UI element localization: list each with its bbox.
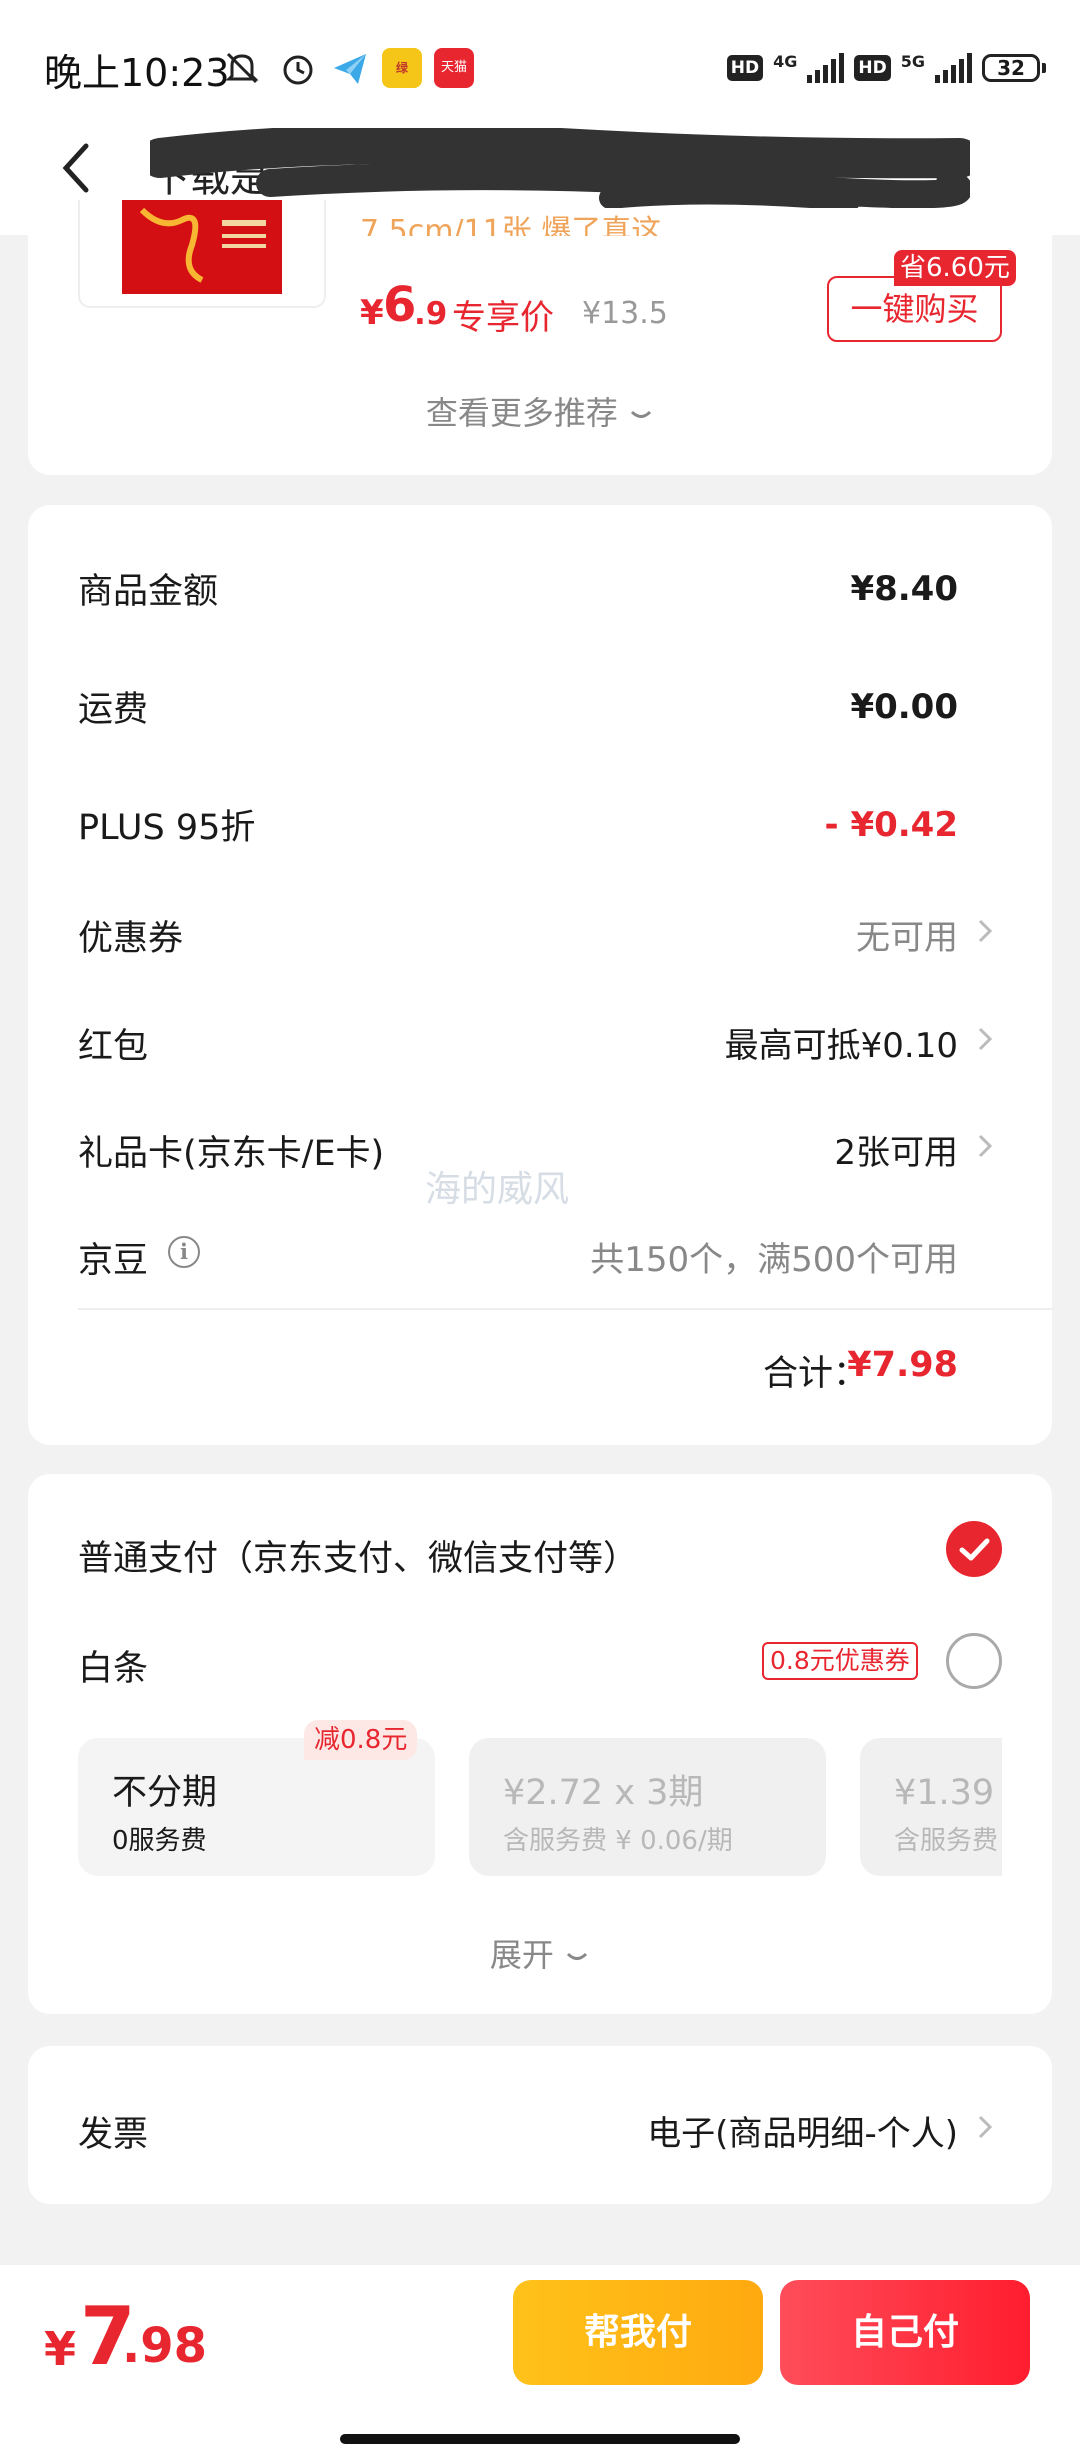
plan-title: ¥2.72 x 3期: [503, 1773, 704, 1813]
help-me-pay-button[interactable]: 帮我付: [513, 2280, 763, 2385]
save-badge: 省6.60元: [894, 250, 1016, 286]
original-price: ¥13.5: [582, 296, 668, 331]
product-subtitle: 7.5cm/11张 爆了真这: [360, 214, 662, 236]
plan-subtitle: 含服务费: [894, 1826, 999, 1856]
redaction-scribble: [150, 128, 970, 208]
plus-discount-label: PLUS 95折: [78, 808, 256, 848]
baitiao-label: 白条: [78, 1649, 149, 1689]
total-currency: ¥: [44, 2322, 77, 2376]
network-5g: 5G: [900, 51, 925, 71]
tmall-icon: 天猫: [434, 48, 474, 88]
plan-title: 不分期: [112, 1773, 218, 1813]
hd-badge: HD: [726, 55, 764, 81]
plan-title: ¥1.39 x 6期: [894, 1773, 1002, 1813]
price-currency: ¥: [360, 293, 384, 333]
jd-beans-value: 共150个，满500个可用: [590, 1240, 958, 1280]
back-arrow-icon[interactable]: [56, 138, 96, 198]
mute-icon: [222, 48, 262, 88]
expand-link[interactable]: 展开: [0, 1930, 1080, 1976]
chevron-right-icon: [978, 1027, 993, 1051]
invoice-label: 发票: [78, 2115, 149, 2155]
gift-card-value: 2张可用: [834, 1133, 958, 1173]
checked-circle-icon[interactable]: [946, 1521, 1002, 1577]
chevron-down-icon: [567, 1952, 588, 1960]
product-image: [122, 200, 282, 294]
status-indicators: HD 4G HD 5G 32: [726, 48, 1046, 88]
watermark: 海的威风: [425, 1169, 570, 1210]
signal-icon: [807, 53, 845, 83]
paper-plane-icon: [330, 48, 370, 88]
plan-subtitle: 0服务费: [112, 1826, 207, 1856]
total-decimal: .98: [122, 2318, 208, 2374]
goods-amount-value: ¥8.40: [850, 569, 958, 609]
home-indicator[interactable]: [340, 2434, 740, 2444]
plan-discount-badge: 减0.8元: [304, 1720, 418, 1760]
divider: [78, 1308, 1052, 1310]
alarm-icon: [278, 48, 318, 88]
product-thumbnail[interactable]: [78, 200, 326, 308]
pay-myself-button[interactable]: 自己付: [780, 2280, 1030, 2385]
price-integer: 6: [383, 277, 417, 333]
red-packet-value: 最高可抵¥0.10: [724, 1026, 958, 1066]
chevron-right-icon: [978, 919, 993, 943]
expand-label: 展开: [489, 1936, 554, 1974]
price-decimal: .9: [414, 296, 448, 332]
info-icon[interactable]: i: [168, 1236, 200, 1268]
installment-plan-3[interactable]: ¥2.72 x 3期 含服务费 ¥ 0.06/期: [469, 1738, 826, 1876]
chevron-down-icon: [631, 410, 652, 418]
signal-icon-2: [935, 53, 972, 83]
baitiao-radio[interactable]: [946, 1633, 1002, 1689]
jd-beans-label: 京豆: [78, 1241, 149, 1281]
app-icon: 绿: [382, 48, 422, 88]
amount-card: [28, 505, 1052, 1445]
plus-discount-value: - ¥0.42: [824, 805, 959, 845]
plan-subtitle: 含服务费 ¥ 0.06/期: [503, 1826, 733, 1856]
shipping-value: ¥0.00: [850, 687, 958, 727]
battery-icon: 32: [982, 54, 1046, 82]
chevron-right-icon: [978, 2115, 993, 2139]
invoice-value: 电子(商品明细-个人): [647, 2114, 958, 2154]
normal-payment-label: 普通支付（京东支付、微信支付等）: [78, 1539, 639, 1579]
status-time: 晚上10:23: [44, 51, 230, 95]
coupon-label: 优惠券: [78, 919, 184, 959]
more-recommendations-label: 查看更多推荐: [425, 394, 618, 432]
coupon-value: 无可用: [856, 918, 958, 958]
price-tag: 专享价: [452, 298, 554, 338]
gift-card-label: 礼品卡(京东卡/E卡): [78, 1134, 385, 1174]
baitiao-coupon-tag: 0.8元优惠券: [762, 1642, 918, 1680]
red-packet-label: 红包: [78, 1027, 149, 1067]
goods-amount-label: 商品金额: [78, 572, 219, 612]
more-recommendations-link[interactable]: 查看更多推荐: [0, 388, 1080, 434]
installment-plan-6[interactable]: ¥1.39 x 6期 含服务费: [860, 1738, 1002, 1876]
chevron-right-icon: [978, 1134, 993, 1158]
network-4g: 4G: [773, 51, 798, 71]
shipping-label: 运费: [78, 690, 149, 730]
hd-badge-2: HD: [854, 55, 891, 81]
subtotal-value: ¥7.98: [847, 1345, 958, 1385]
